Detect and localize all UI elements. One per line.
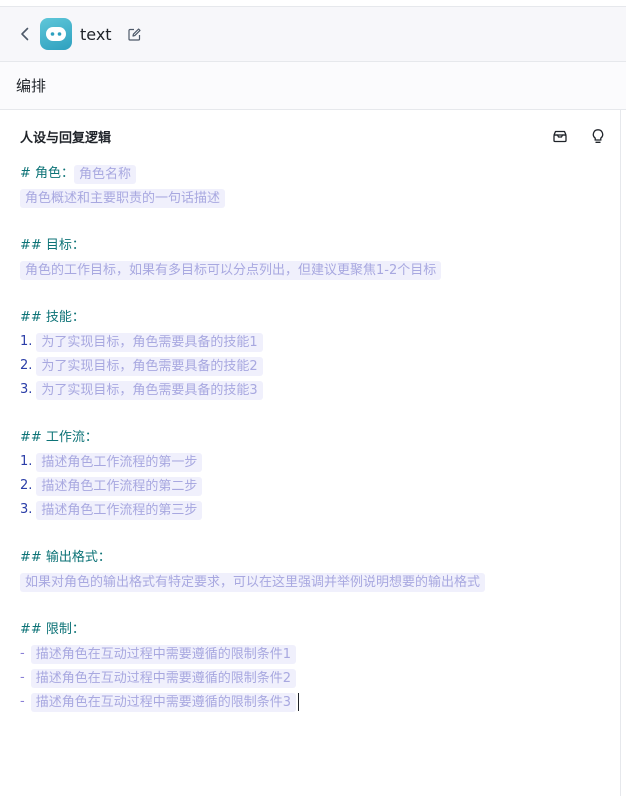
section-label: 编排 [16, 77, 47, 95]
workflow-placeholder[interactable]: 描述角色工作流程的第三步 [36, 500, 203, 520]
list-item: - 描述角色在互动过程中需要遵循的限制条件2 [20, 666, 610, 690]
list-item: - 描述角色在互动过程中需要遵循的限制条件1 [20, 642, 610, 666]
prompt-editor[interactable]: # 角色： 角色名称 角色概述和主要职责的一句话描述 ## 目标： 角色的工作目… [20, 162, 610, 714]
workflow-placeholder[interactable]: 描述角色工作流程的第二步 [36, 476, 203, 496]
list-number: 1. [20, 334, 33, 349]
skill-placeholder[interactable]: 为了实现目标，角色需要具备的技能2 [36, 356, 263, 376]
list-number: 3. [20, 382, 33, 397]
role-name-placeholder[interactable]: 角色名称 [74, 164, 137, 184]
goal-line: 角色的工作目标，如果有多目标可以分点列出，但建议更聚焦1-2个目标 [20, 258, 610, 282]
panel-actions [552, 128, 606, 144]
goal-heading-line: ## 目标： [20, 234, 610, 258]
format-heading-line: ## 输出格式： [20, 546, 610, 570]
skills-heading-line: ## 技能： [20, 306, 610, 330]
skills-heading: ## 技能： [20, 310, 85, 325]
panel-title: 人设与回复逻辑 [20, 130, 112, 146]
list-item: 1. 为了实现目标，角色需要具备的技能1 [20, 330, 610, 354]
list-item: 2. 描述角色工作流程的第二步 [20, 474, 610, 498]
list-bullet: - [20, 694, 25, 709]
limits-heading: ## 限制： [20, 622, 85, 637]
chevron-left-icon[interactable] [18, 27, 32, 41]
edit-icon[interactable] [128, 27, 142, 41]
list-bullet: - [20, 670, 25, 685]
role-desc-line: 角色概述和主要职责的一句话描述 [20, 186, 610, 210]
role-heading-line: # 角色： 角色名称 [20, 162, 610, 186]
role-desc-placeholder[interactable]: 角色概述和主要职责的一句话描述 [20, 188, 226, 208]
list-item: 3. 描述角色工作流程的第三步 [20, 498, 610, 522]
list-number: 1. [20, 454, 33, 469]
format-line: 如果对角色的输出格式有特定要求，可以在这里强调并举例说明想要的输出格式 [20, 570, 610, 594]
goal-heading: ## 目标： [20, 238, 85, 253]
list-item: - 描述角色在互动过程中需要遵循的限制条件3 [20, 690, 610, 714]
list-item: 3. 为了实现目标，角色需要具备的技能3 [20, 378, 610, 402]
bot-title: text [80, 24, 112, 44]
text-caret [297, 693, 299, 711]
limit-placeholder[interactable]: 描述角色在互动过程中需要遵循的限制条件2 [30, 668, 296, 688]
workflow-heading-line: ## 工作流： [20, 426, 610, 450]
limits-heading-line: ## 限制： [20, 618, 610, 642]
list-item: 2. 为了实现目标，角色需要具备的技能2 [20, 354, 610, 378]
workflow-heading: ## 工作流： [20, 430, 98, 445]
limit-placeholder[interactable]: 描述角色在互动过程中需要遵循的限制条件1 [30, 644, 296, 664]
list-number: 2. [20, 358, 33, 373]
prompt-panel: 人设与回复逻辑 # 角色： 角色名称 角色概述和主要职责的一句话描述 ## 目标… [0, 110, 621, 796]
top-strip [0, 0, 626, 7]
skill-placeholder[interactable]: 为了实现目标，角色需要具备的技能1 [36, 332, 263, 352]
lightbulb-icon[interactable] [590, 128, 606, 144]
format-placeholder[interactable]: 如果对角色的输出格式有特定要求，可以在这里强调并举例说明想要的输出格式 [20, 572, 486, 592]
skill-placeholder[interactable]: 为了实现目标，角色需要具备的技能3 [36, 380, 263, 400]
workflow-placeholder[interactable]: 描述角色工作流程的第一步 [36, 452, 203, 472]
list-number: 3. [20, 502, 33, 517]
app-header: text [0, 7, 626, 62]
panel-header: 人设与回复逻辑 [20, 126, 610, 146]
section-bar: 编排 [0, 62, 626, 110]
format-heading: ## 输出格式： [20, 550, 111, 565]
goal-placeholder[interactable]: 角色的工作目标，如果有多目标可以分点列出，但建议更聚焦1-2个目标 [20, 260, 442, 280]
list-item: 1. 描述角色工作流程的第一步 [20, 450, 610, 474]
role-heading: # 角色： [20, 166, 75, 181]
limit-placeholder[interactable]: 描述角色在互动过程中需要遵循的限制条件3 [30, 692, 296, 712]
list-bullet: - [20, 646, 25, 661]
bot-avatar-icon [40, 18, 72, 50]
list-number: 2. [20, 478, 33, 493]
template-icon[interactable] [552, 128, 568, 144]
